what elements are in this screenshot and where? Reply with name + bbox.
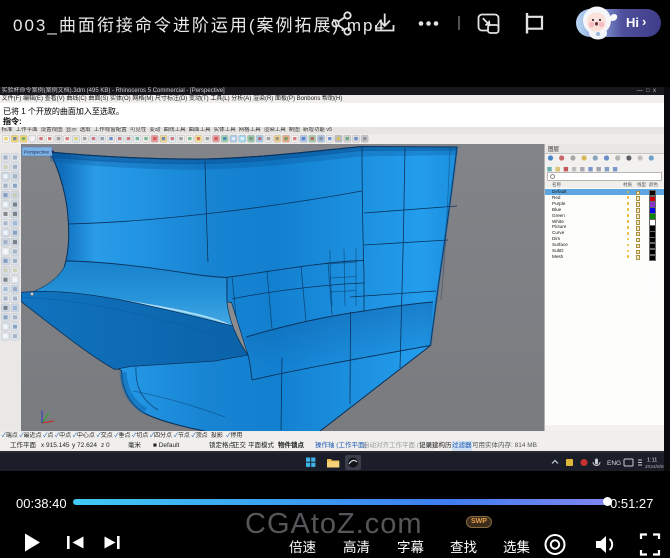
svg-text:Perspective ▼: Perspective ▼ [24, 150, 55, 156]
svg-text:2024/6/8: 2024/6/8 [645, 464, 664, 470]
svg-text:1:11: 1:11 [647, 458, 657, 464]
svg-text:ENG: ENG [607, 460, 621, 467]
